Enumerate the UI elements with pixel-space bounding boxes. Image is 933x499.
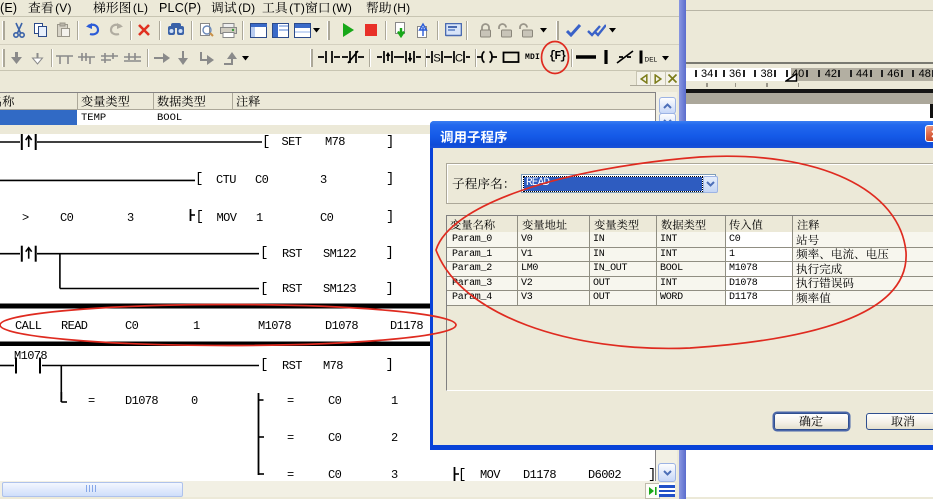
- svg-text:DEL: DEL: [645, 57, 658, 64]
- svg-text:C: C: [455, 53, 463, 65]
- svg-text:S: S: [433, 53, 440, 65]
